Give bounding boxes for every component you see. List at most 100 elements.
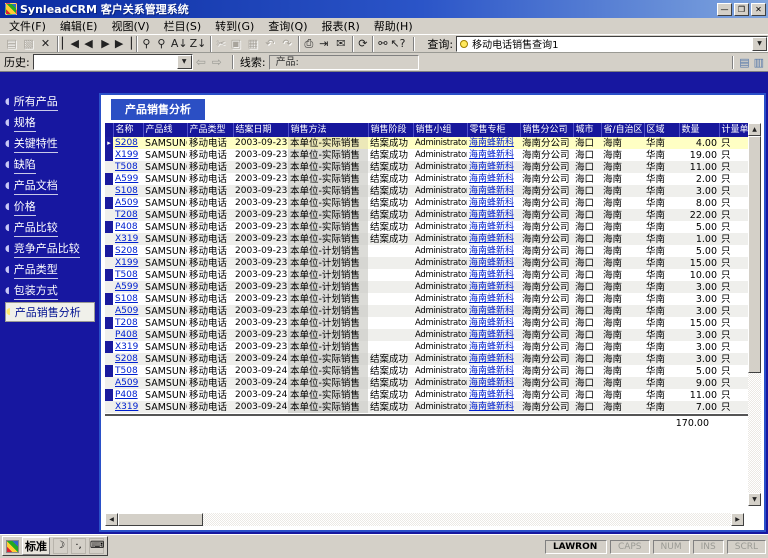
toolbar-button-undo[interactable]: ↶	[261, 36, 278, 52]
retail-counter-link[interactable]: 海南蜂新科	[469, 306, 514, 316]
retail-counter-link[interactable]: 海南蜂新科	[469, 354, 514, 364]
ime-logo-icon[interactable]	[6, 540, 19, 553]
retail-counter-link[interactable]: 海南蜂新科	[469, 234, 514, 244]
product-name-link[interactable]: A509	[115, 306, 138, 316]
product-name-link[interactable]: X319	[115, 402, 138, 412]
column-header[interactable]: 省/自治区	[601, 123, 644, 137]
toolbar-button-redo[interactable]: ↷	[278, 36, 295, 52]
sidebar-item-product-docs[interactable]: ◖ 产品文档	[5, 176, 95, 196]
table-row[interactable]: T508 SAMSUNG 移动电话 2003-09-23 本单位-计划销售 Ad…	[105, 269, 751, 281]
sidebar-item-price[interactable]: ◖ 价格	[5, 197, 95, 217]
table-row[interactable]: S208 SAMSUNG 移动电话 2003-09-23 本单位-计划销售 Ad…	[105, 245, 751, 257]
punctuation-toggle-icon[interactable]: ·,	[71, 538, 86, 554]
horizontal-scrollbar[interactable]: ◀ ▶	[105, 513, 744, 526]
window-button-close[interactable]: ✕	[751, 3, 766, 16]
retail-counter-link[interactable]: 海南蜂新科	[469, 282, 514, 292]
sidebar-item-all-products[interactable]: ◖ 所有产品	[5, 92, 95, 112]
toolbar-button-print[interactable]: ⎙	[298, 36, 315, 52]
retail-counter-link[interactable]: 海南蜂新科	[469, 210, 514, 220]
product-name-link[interactable]: S208	[115, 246, 138, 256]
ime-mode-label[interactable]: 标准	[22, 537, 50, 555]
column-header[interactable]: 数量	[679, 123, 719, 137]
fullwidth-toggle-icon[interactable]: ☽	[53, 538, 68, 554]
product-name-link[interactable]: S208	[115, 138, 138, 148]
product-name-link[interactable]: S208	[115, 354, 138, 364]
window-button-restore[interactable]: ❐	[734, 3, 749, 16]
toolbar-button-paste[interactable]: ▦	[244, 36, 261, 52]
toolbar-button-copy[interactable]: ▣	[227, 36, 244, 52]
notebook-icon-1[interactable]: ▤	[739, 56, 749, 69]
column-header[interactable]: 销售分公司	[520, 123, 573, 137]
retail-counter-link[interactable]: 海南蜂新科	[469, 270, 514, 280]
product-name-link[interactable]: T208	[115, 318, 138, 328]
table-row[interactable]: A509 SAMSUNG 移动电话 2003-09-23 本单位-实际销售 结案…	[105, 197, 751, 209]
retail-counter-link[interactable]: 海南蜂新科	[469, 258, 514, 268]
retail-counter-link[interactable]: 海南蜂新科	[469, 378, 514, 388]
toolbar-button-first-record[interactable]: ▏◀	[57, 36, 80, 52]
product-name-link[interactable]: S108	[115, 186, 138, 196]
retail-counter-link[interactable]: 海南蜂新科	[469, 186, 514, 196]
column-header[interactable]: 城市	[573, 123, 601, 137]
history-input[interactable]	[34, 56, 177, 68]
product-name-link[interactable]: T508	[115, 270, 138, 280]
product-name-link[interactable]: S108	[115, 294, 138, 304]
toolbar-button-context-help[interactable]: ↖?	[389, 36, 406, 52]
table-row[interactable]: P408 SAMSUNG 移动电话 2003-09-24 本单位-实际销售 结案…	[105, 389, 751, 401]
toolbar-button-last-record[interactable]: ▶▕	[114, 36, 133, 52]
table-row[interactable]: T508 SAMSUNG 移动电话 2003-09-24 本单位-实际销售 结案…	[105, 365, 751, 377]
history-combobox[interactable]: ▼	[33, 54, 193, 70]
back-icon[interactable]: ⇦	[196, 55, 206, 69]
toolbar-button-prev-record[interactable]: ◀	[80, 36, 97, 52]
soft-keyboard-icon[interactable]: ⌨	[89, 538, 104, 554]
table-row[interactable]: X319 SAMSUNG 移动电话 2003-09-23 本单位-计划销售 Ad…	[105, 341, 751, 353]
retail-counter-link[interactable]: 海南蜂新科	[469, 342, 514, 352]
table-row[interactable]: X319 SAMSUNG 移动电话 2003-09-23 本单位-实际销售 结案…	[105, 233, 751, 245]
sidebar-item-defects[interactable]: ◖ 缺陷	[5, 155, 95, 175]
window-button-minimize[interactable]: —	[717, 3, 732, 16]
product-name-link[interactable]: A509	[115, 378, 138, 388]
column-header[interactable]: 结案日期	[233, 123, 288, 137]
column-header[interactable]: 计量单位	[719, 123, 751, 137]
table-row[interactable]: S108 SAMSUNG 移动电话 2003-09-23 本单位-实际销售 结案…	[105, 185, 751, 197]
toolbar-button-find[interactable]: ⚯	[372, 36, 389, 52]
sidebar-item-product-sales-analysis[interactable]: ◖ 产品销售分析	[5, 302, 95, 322]
scroll-right-button[interactable]: ▶	[731, 513, 744, 526]
retail-counter-link[interactable]: 海南蜂新科	[469, 294, 514, 304]
column-header[interactable]: 销售小组	[413, 123, 467, 137]
sidebar-item-specs[interactable]: ◖ 规格	[5, 113, 95, 133]
column-header[interactable]: 销售方法	[288, 123, 368, 137]
table-row[interactable]: T208 SAMSUNG 移动电话 2003-09-23 本单位-计划销售 Ad…	[105, 317, 751, 329]
table-row[interactable]: S208 SAMSUNG 移动电话 2003-09-24 本单位-实际销售 结案…	[105, 353, 751, 365]
table-row[interactable]: X199 SAMSUNG 移动电话 2003-09-23 本单位-实际销售 结案…	[105, 149, 751, 161]
menu-item[interactable]: 查询(Q)	[261, 17, 314, 35]
retail-counter-link[interactable]: 海南蜂新科	[469, 330, 514, 340]
scroll-up-button[interactable]: ▲	[748, 123, 761, 136]
query-combobox[interactable]: 移动电话销售查询1 ▼	[456, 36, 768, 52]
retail-counter-link[interactable]: 海南蜂新科	[469, 138, 514, 148]
retail-counter-link[interactable]: 海南蜂新科	[469, 150, 514, 160]
product-name-link[interactable]: A599	[115, 174, 138, 184]
product-name-link[interactable]: X199	[115, 150, 138, 160]
table-row[interactable]: A599 SAMSUNG 移动电话 2003-09-23 本单位-实际销售 结案…	[105, 173, 751, 185]
retail-counter-link[interactable]: 海南蜂新科	[469, 318, 514, 328]
sidebar-item-competitor-compare[interactable]: ◖ 竞争产品比较	[5, 239, 95, 259]
toolbar-button-next-record[interactable]: ▶	[97, 36, 114, 52]
retail-counter-link[interactable]: 海南蜂新科	[469, 162, 514, 172]
table-row[interactable]: T508 SAMSUNG 移动电话 2003-09-23 本单位-实际销售 结案…	[105, 161, 751, 173]
toolbar-button-print-preview[interactable]: ⚲	[153, 36, 170, 52]
product-name-link[interactable]: T508	[115, 162, 138, 172]
product-name-link[interactable]: A509	[115, 198, 138, 208]
table-row[interactable]: P408 SAMSUNG 移动电话 2003-09-23 本单位-实际销售 结案…	[105, 221, 751, 233]
menu-item[interactable]: 文件(F)	[2, 17, 53, 35]
retail-counter-link[interactable]: 海南蜂新科	[469, 366, 514, 376]
column-header[interactable]: 零售专柜	[467, 123, 520, 137]
product-name-link[interactable]: P408	[115, 222, 138, 232]
toolbar-button-export[interactable]: ⇥	[315, 36, 332, 52]
menu-item[interactable]: 帮助(H)	[367, 17, 420, 35]
toolbar-button-refresh[interactable]: ⟳	[352, 36, 369, 52]
toolbar-button-sort-desc[interactable]: Z↓	[189, 36, 208, 52]
menu-item[interactable]: 编辑(E)	[53, 17, 105, 35]
sidebar-item-product-category[interactable]: ◖ 产品类型	[5, 260, 95, 280]
sidebar-item-product-compare[interactable]: ◖ 产品比较	[5, 218, 95, 238]
scroll-down-button[interactable]: ▼	[748, 493, 761, 506]
